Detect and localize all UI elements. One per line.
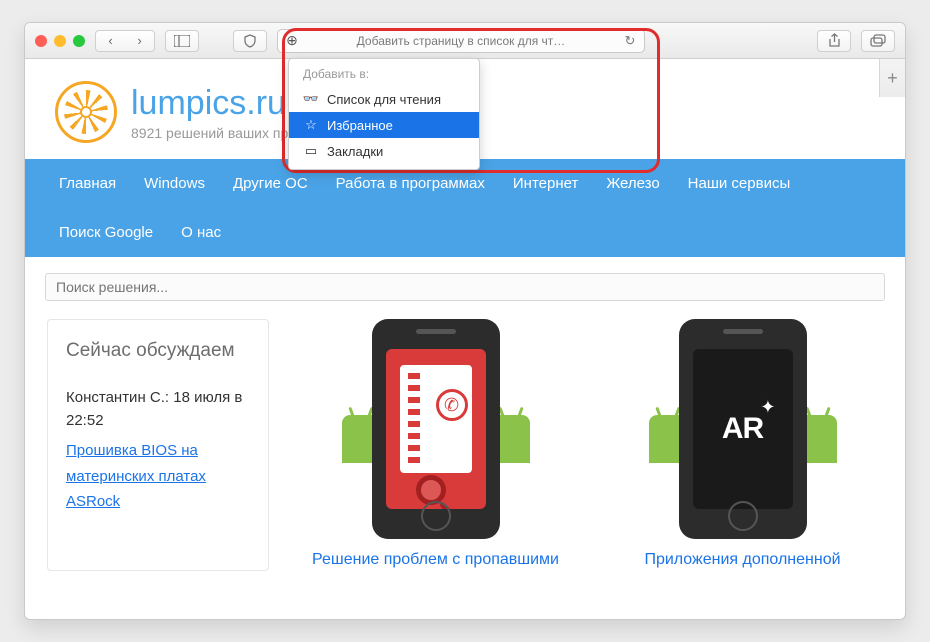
articles-grid: Решение проблем с пропавшими AR✦ Приложе… bbox=[295, 319, 883, 571]
chevron-left-icon: ‹ bbox=[96, 33, 125, 48]
minimize-window-button[interactable] bbox=[54, 35, 66, 47]
nav-item-home[interactable]: Главная bbox=[45, 159, 130, 208]
close-window-button[interactable] bbox=[35, 35, 47, 47]
address-bar[interactable]: ⊕ Добавить страницу в список для чт… ↻ bbox=[277, 29, 645, 53]
dropdown-item-label: Список для чтения bbox=[327, 92, 441, 107]
privacy-report-button[interactable] bbox=[233, 30, 267, 52]
dropdown-item-bookmarks[interactable]: ▭ Закладки bbox=[289, 138, 479, 164]
address-bar-text: Добавить страницу в список для чт… bbox=[300, 34, 622, 48]
add-to-icon[interactable]: ⊕ bbox=[284, 32, 300, 49]
dropdown-header: Добавить в: bbox=[289, 64, 479, 86]
article-title: Решение проблем с пропавшими bbox=[312, 549, 559, 571]
tabs-button[interactable] bbox=[861, 30, 895, 52]
nav-item-internet[interactable]: Интернет bbox=[499, 159, 592, 208]
reload-icon[interactable]: ↻ bbox=[622, 33, 638, 49]
phone-illustration: AR✦ bbox=[679, 319, 807, 539]
article-card[interactable]: Решение проблем с пропавшими bbox=[295, 319, 576, 571]
dropdown-item-label: Закладки bbox=[327, 144, 383, 159]
nav-item-hardware[interactable]: Железо bbox=[592, 159, 673, 208]
star-icon: ☆ bbox=[303, 117, 319, 133]
window-controls bbox=[35, 35, 85, 47]
article-card[interactable]: AR✦ Приложения дополненной bbox=[602, 319, 883, 571]
fullscreen-window-button[interactable] bbox=[73, 35, 85, 47]
book-icon: ▭ bbox=[303, 143, 319, 159]
chevron-right-icon: › bbox=[125, 33, 154, 48]
glasses-icon: 👓 bbox=[303, 91, 319, 107]
nav-back-forward[interactable]: ‹ › bbox=[95, 30, 155, 52]
phone-illustration bbox=[372, 319, 500, 539]
nav-item-google[interactable]: Поиск Google bbox=[45, 208, 167, 257]
content-area: Сейчас обсуждаем Константин С.: 18 июля … bbox=[25, 309, 905, 581]
article-title: Приложения дополненной bbox=[644, 549, 840, 571]
add-to-dropdown: Добавить в: 👓 Список для чтения ☆ Избран… bbox=[288, 58, 480, 170]
new-tab-button[interactable]: + bbox=[879, 59, 905, 97]
comment-link[interactable]: Прошивка BIOS на материнских платах ASRo… bbox=[66, 442, 206, 510]
site-logo bbox=[55, 81, 117, 143]
dropdown-item-favorites[interactable]: ☆ Избранное bbox=[289, 112, 479, 138]
sidebar-toggle-button[interactable] bbox=[165, 30, 199, 52]
nav-item-services[interactable]: Наши сервисы bbox=[674, 159, 805, 208]
browser-toolbar: ‹ › ⊕ Добавить страницу в список для чт…… bbox=[25, 23, 905, 59]
search-section bbox=[25, 257, 905, 309]
discussion-sidebar: Сейчас обсуждаем Константин С.: 18 июля … bbox=[47, 319, 269, 571]
nav-item-windows[interactable]: Windows bbox=[130, 159, 219, 208]
sidebar-heading: Сейчас обсуждаем bbox=[66, 338, 250, 364]
main-nav: Главная Windows Другие ОС Работа в прогр… bbox=[25, 159, 905, 257]
nav-item-about[interactable]: О нас bbox=[167, 208, 235, 257]
search-input[interactable] bbox=[45, 273, 885, 301]
comment-meta: Константин С.: 18 июля в 22:52 bbox=[66, 386, 250, 433]
site-title[interactable]: lumpics.ru bbox=[131, 84, 288, 123]
share-button[interactable] bbox=[817, 30, 851, 52]
dropdown-item-reading-list[interactable]: 👓 Список для чтения bbox=[289, 86, 479, 112]
dropdown-item-label: Избранное bbox=[327, 118, 393, 133]
site-tagline: 8921 решений ваших пр bbox=[131, 125, 288, 141]
